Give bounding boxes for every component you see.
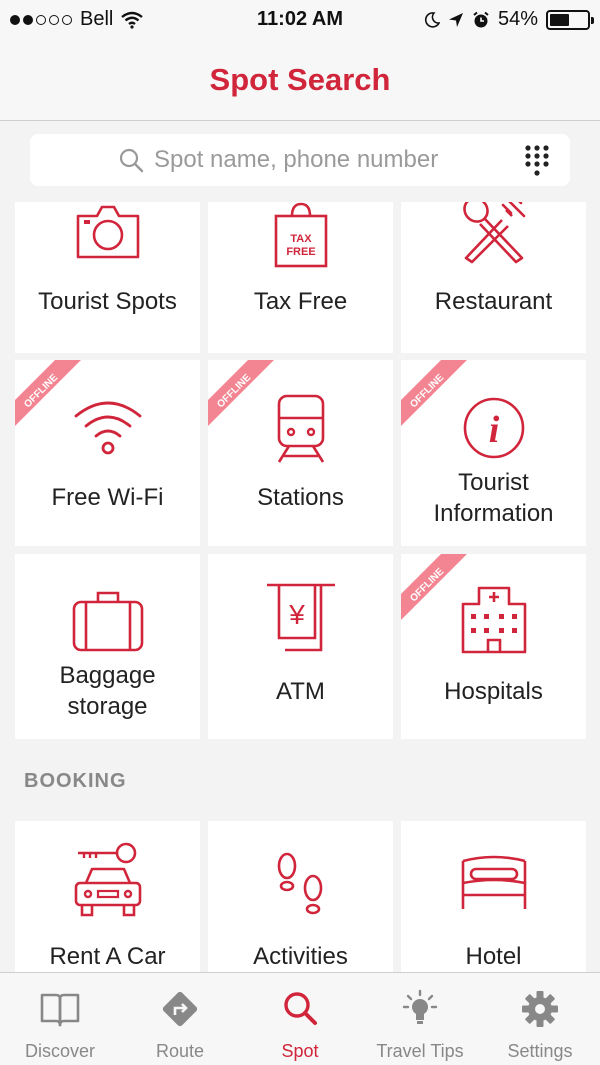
tile-restaurant[interactable]: Restaurant [401,202,586,353]
tab-travel-tips[interactable]: Travel Tips [360,973,480,1065]
tile-label: Stations [257,484,344,511]
tab-label: Discover [24,1041,95,1061]
tax-text: TAX [290,233,312,245]
tab-route[interactable]: Route [120,973,240,1065]
route-sign-icon [162,991,198,1027]
tile-activities[interactable]: Activities [208,821,393,972]
tile-tax-free[interactable]: TAX FREE Tax Free [208,202,393,353]
tile-label: Rent A Car [49,943,166,970]
search-icon [284,992,317,1025]
tile-tourist-spots[interactable]: Tourist Spots [15,202,200,353]
bed-icon [461,855,526,909]
hospital-icon [461,586,526,654]
booking-section-heading: BOOKING [24,770,127,792]
battery-icon [546,9,594,30]
tax-free-bag-icon: TAX FREE [274,202,327,268]
car-key-icon [74,842,141,917]
fork-spoon-icon [462,202,525,264]
search-input[interactable] [154,134,494,186]
search-box[interactable] [30,134,570,186]
tile-rent-a-car[interactable]: Rent A Car [15,821,200,972]
tile-label: Tax Free [253,288,348,315]
tile-hospitals[interactable]: OFFLINE Hospitals [401,554,586,739]
tile-free-wifi[interactable]: OFFLINE Free Wi-Fi [15,360,200,546]
atm-icon: ¥ [266,583,335,652]
battery-percent: 54% [497,8,538,30]
lightbulb-icon [402,989,438,1024]
status-bar: Bell 11:02 AM 54% [0,0,600,40]
yen-sign: ¥ [288,599,305,630]
spot-category-list: Tourist Spots TAX FREE Tax Free Restaura… [0,202,600,972]
tile-label: Hotel [465,943,522,970]
tile-label: Tourist [458,469,529,496]
tile-tourist-information[interactable]: OFFLINE i Tourist Information [401,360,586,546]
tab-label: Route [155,1041,205,1061]
tile-stations[interactable]: OFFLINE Stations [208,360,393,546]
tile-label: Activities [253,943,348,970]
status-right: 54% [424,8,594,31]
luggage-icon [72,591,143,652]
tab-settings[interactable]: Settings [480,973,600,1065]
tab-spot[interactable]: Spot [240,973,360,1065]
location-arrow-icon [448,12,463,27]
tile-label: Tourist Spots [38,288,177,315]
search-area [0,122,600,202]
tile-label: ATM [276,678,325,705]
info-letter: i [488,409,499,451]
tab-label: Settings [507,1041,573,1061]
tile-hotel[interactable]: Hotel [401,821,586,972]
page-title: Spot Search [209,62,391,97]
tile-label: Information [433,500,554,527]
battery-fill [550,13,569,26]
info-icon: i [463,397,524,459]
search-icon [119,148,144,173]
tile-label: Baggage [59,662,156,689]
navigation-bar: Spot Search [0,40,600,121]
footprints-icon [277,852,322,915]
tab-label: Travel Tips [376,1041,464,1061]
tile-atm[interactable]: ¥ ATM [208,554,393,739]
free-text: FREE [286,246,315,258]
alarm-icon [473,11,489,27]
wifi-icon [74,401,141,455]
moon-icon [424,11,440,28]
tab-bar: Discover Route Spot Travel Tips Settings [0,972,600,1065]
tile-label: storage [67,693,148,720]
tile-baggage-storage[interactable]: Baggage storage [15,554,200,739]
book-icon [40,993,80,1027]
gear-icon [522,991,558,1027]
camera-icon [76,205,139,259]
tile-label: Free Wi-Fi [51,484,164,511]
tile-label: Restaurant [434,288,553,315]
train-icon [277,394,324,463]
tile-label: Hospitals [444,678,543,705]
keypad-icon[interactable] [524,144,550,178]
tab-discover[interactable]: Discover [0,973,120,1065]
tab-label: Spot [281,1041,319,1061]
